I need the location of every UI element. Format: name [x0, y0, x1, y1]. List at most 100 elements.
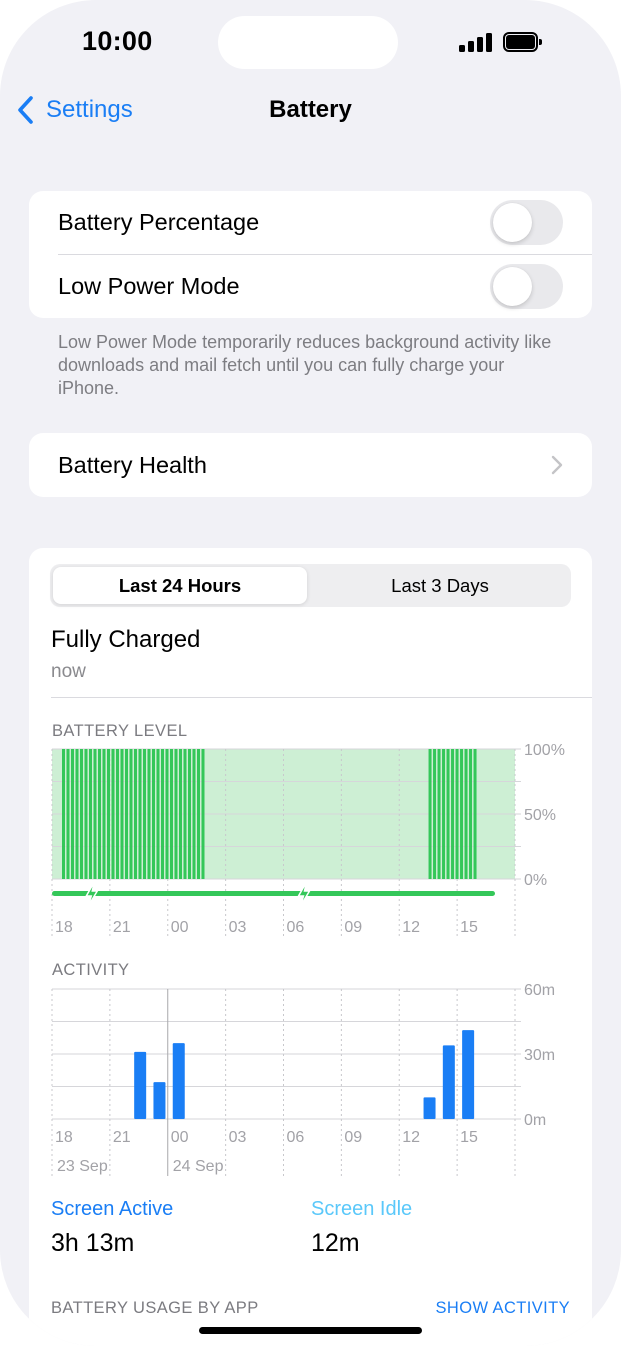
battery-level-bar: [116, 749, 119, 879]
battery-percentage-label: Battery Percentage: [58, 209, 260, 235]
battery-level-bar: [111, 749, 115, 879]
battery-level-bar: [89, 749, 92, 879]
activity-bar: [442, 1045, 455, 1119]
battery-level-bar: [192, 749, 196, 879]
low-power-mode-toggle[interactable]: [490, 264, 563, 309]
y-tick-label: 0m: [524, 1112, 546, 1129]
battery-level-bar: [147, 749, 151, 879]
battery-health-row[interactable]: Battery Health: [29, 433, 592, 497]
activity-bar: [134, 1051, 147, 1119]
battery-level-bar: [437, 749, 441, 879]
battery-level-bar: [107, 749, 110, 879]
battery-icon: [503, 32, 542, 52]
screen-idle-label: Screen Idle: [311, 1198, 413, 1220]
charging-bolt-icon: [84, 881, 99, 907]
x-tick-label: 00: [171, 1129, 189, 1146]
x-tick-label: 21: [113, 919, 131, 936]
battery-level-bar: [179, 749, 182, 879]
battery-level-bar: [98, 749, 101, 879]
battery-level-bar: [62, 749, 65, 879]
activity-bar: [153, 1082, 166, 1119]
battery-level-bar: [165, 749, 169, 879]
low-power-footnote: Low Power Mode temporarily reduces backg…: [58, 332, 552, 398]
low-power-mode-label: Low Power Mode: [58, 273, 240, 299]
battery-level-bar: [451, 749, 455, 879]
battery-level-bar: [455, 749, 459, 879]
battery-level-bar: [138, 749, 142, 879]
toggles-card: Battery Percentage Low Power Mode: [29, 191, 592, 318]
battery-level-bar: [75, 749, 79, 879]
battery-level-bar: [129, 749, 133, 879]
phone-screen: 10:00 Settings Battery Battery Percentag…: [0, 0, 621, 1346]
battery-level-bar: [143, 749, 146, 879]
battery-level-chart: 100% 50% 0% 18 21 00 03 06 09 12 15: [51, 742, 565, 936]
x-tick-label: 12: [402, 1129, 420, 1146]
show-activity-button[interactable]: SHOW ACTIVITY: [436, 1299, 570, 1318]
x-tick-label: 18: [55, 919, 73, 936]
battery-level-bar: [93, 749, 97, 879]
dynamic-island: [218, 16, 398, 69]
x-tick-label: 09: [344, 1129, 362, 1146]
cellular-signal-icon: [459, 33, 493, 52]
battery-percentage-toggle[interactable]: [490, 200, 563, 245]
battery-level-bar: [433, 749, 437, 879]
date-label: 24 Sep: [173, 1158, 224, 1175]
battery-level-bar: [120, 749, 124, 879]
screen-active-legend: Screen Active 3h 13m: [51, 1198, 173, 1258]
activity-bar: [462, 1030, 475, 1119]
x-tick-label: 09: [344, 919, 362, 936]
battery-level-bar: [188, 749, 191, 879]
battery-level-bar: [201, 749, 205, 879]
battery-level-bar: [473, 749, 477, 879]
battery-level-bar: [428, 749, 432, 879]
x-tick-label: 06: [287, 1129, 305, 1146]
page-title: Battery: [269, 96, 352, 123]
x-tick-label: 03: [229, 919, 247, 936]
battery-health-label: Battery Health: [58, 452, 207, 478]
battery-usage-card: Last 24 Hours Last 3 Days Fully Charged …: [29, 548, 592, 1346]
battery-level-bar: [66, 749, 70, 879]
y-tick-label: 30m: [524, 1047, 555, 1064]
x-tick-label: 03: [229, 1129, 247, 1146]
battery-level-bar: [102, 749, 106, 879]
y-tick-label: 60m: [524, 982, 555, 999]
x-tick-label: 06: [287, 919, 305, 936]
screen-active-value: 3h 13m: [51, 1229, 135, 1257]
battery-level-bar: [464, 749, 468, 879]
date-label: 23 Sep: [57, 1158, 108, 1175]
y-tick-label: 50%: [524, 807, 556, 824]
low-power-mode-row: Low Power Mode: [29, 255, 592, 318]
y-tick-label: 100%: [524, 742, 565, 759]
activity-chart: 60m 30m 0m 18 21 00 03 06 09 12 15 23 Sep 24 Sep: [51, 982, 555, 1176]
x-tick-label: 00: [171, 919, 189, 936]
battery-level-bar: [170, 749, 173, 879]
screen-active-label: Screen Active: [51, 1198, 174, 1220]
battery-level-bar: [161, 749, 164, 879]
screen-idle-value: 12m: [311, 1229, 360, 1257]
battery-level-bar: [152, 749, 155, 879]
battery-level-bar: [183, 749, 187, 879]
chevron-right-icon: [551, 455, 563, 475]
screen-idle-legend: Screen Idle 12m: [311, 1198, 412, 1258]
status-time: 10:00: [82, 26, 153, 56]
home-indicator[interactable]: [199, 1327, 422, 1334]
battery-level-bar: [446, 749, 450, 879]
charging-line: [52, 891, 495, 896]
battery-level-bar: [442, 749, 446, 879]
x-tick-label: 15: [460, 1129, 478, 1146]
battery-level-bar: [174, 749, 178, 879]
x-tick-label: 21: [113, 1129, 131, 1146]
battery-level-bar: [125, 749, 128, 879]
battery-level-bar: [197, 749, 200, 879]
x-tick-label: 15: [460, 919, 478, 936]
battery-level-bar: [84, 749, 88, 879]
activity-bar: [423, 1097, 436, 1119]
usage-charts: 100% 50% 0% 18 21 00 03 06 09 12 15 60m 30m 0m 18 21 00…: [51, 742, 565, 1176]
battery-level-bar: [460, 749, 464, 879]
y-tick-label: 0%: [524, 872, 547, 889]
battery-level-bar: [80, 749, 83, 879]
battery-level-bar: [156, 749, 160, 879]
x-tick-label: 18: [55, 1129, 73, 1146]
battery-usage-by-app-label: BATTERY USAGE BY APP: [51, 1299, 259, 1317]
x-tick-label: 12: [402, 919, 420, 936]
